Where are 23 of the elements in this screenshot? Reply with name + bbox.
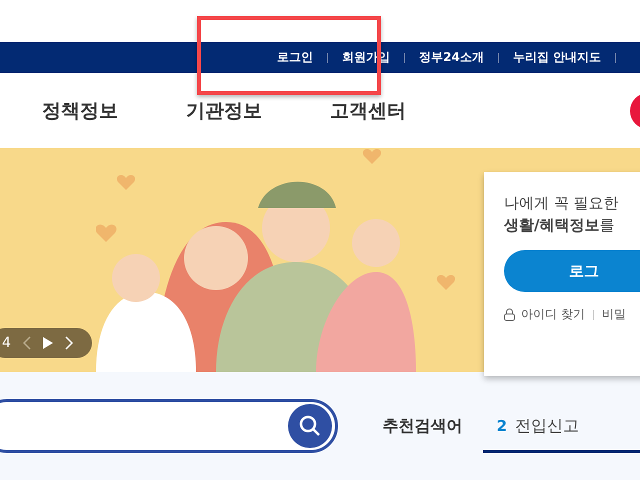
login-button[interactable]: 로그: [504, 250, 640, 292]
nav-link[interactable]: 기관정보: [186, 98, 262, 124]
search-field[interactable]: [0, 399, 338, 453]
find-password-link[interactable]: 비밀: [602, 306, 626, 323]
play-button[interactable]: [42, 337, 53, 349]
find-id-link[interactable]: 아이디 찾기: [521, 306, 585, 323]
search-button[interactable]: [288, 404, 332, 448]
intro-text: 나에게 꼭 필요한: [504, 193, 620, 214]
lock-icon: [504, 308, 515, 321]
search-icon: [298, 414, 322, 438]
nav-link[interactable]: 고객센터: [330, 98, 406, 124]
intro-text: 생활/혜택정보를: [504, 215, 616, 236]
play-icon: [42, 337, 53, 349]
utility-link[interactable]: 누리집 안내지도: [512, 49, 601, 66]
utility-link[interactable]: 정부24소개: [419, 49, 484, 66]
recommended-label: 추천검색어: [382, 416, 463, 436]
utility-link[interactable]: 로그인: [277, 49, 314, 66]
next-button[interactable]: [64, 336, 73, 350]
chevron-right-icon: [64, 336, 73, 350]
nav-link[interactable]: 정책정보: [42, 98, 118, 124]
recommended-search-link[interactable]: 2 전입신고: [482, 399, 640, 453]
slide-counter: 4: [2, 335, 11, 351]
chevron-left-icon: [22, 336, 31, 350]
